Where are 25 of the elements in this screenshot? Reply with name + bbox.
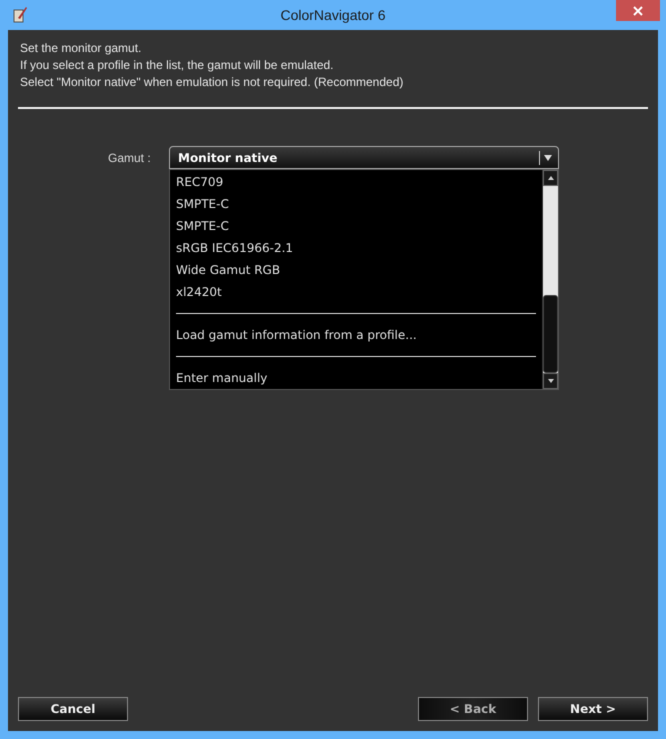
scroll-down-button[interactable] [543,373,558,389]
instruction-text: If you select a profile in the list, the gamut will be emulated. [20,57,334,74]
close-icon [633,6,643,16]
dialog-button[interactable]: Cancel [18,697,128,721]
close-button[interactable] [616,0,660,21]
up-arrow-icon [548,176,554,180]
dropdown-option[interactable]: SMPTE-C [176,215,536,237]
gamut-dropdown[interactable]: Monitor native [169,146,559,169]
dropdown-option[interactable]: xl2420t [176,281,536,303]
dropdown-option[interactable]: REC709 [176,171,536,193]
caret-icon [544,154,552,160]
gamut-label: Gamut : [108,150,152,164]
scroll-up-button[interactable] [543,170,558,186]
scroll-thumb[interactable] [543,295,558,373]
dropdown-option[interactable]: Wide Gamut RGB [176,259,536,281]
instruction-text: Select "Monitor native" when emulation is not required. (Recommended) [20,74,404,91]
dropdown-option[interactable]: Load gamut information from a profile... [176,324,536,346]
dialog-button[interactable]: Next > [538,697,648,721]
instruction-text: Set the monitor gamut. [20,40,142,57]
down-arrow-icon [548,379,554,383]
dropdown-option[interactable]: Enter manually [176,367,536,389]
window-title: ColorNavigator 6 [280,7,386,23]
app-icon [12,6,28,24]
dropdown-option[interactable]: sRGB IEC61966-2.1 [176,237,536,259]
dropdown-option[interactable]: SMPTE-C [176,193,536,215]
